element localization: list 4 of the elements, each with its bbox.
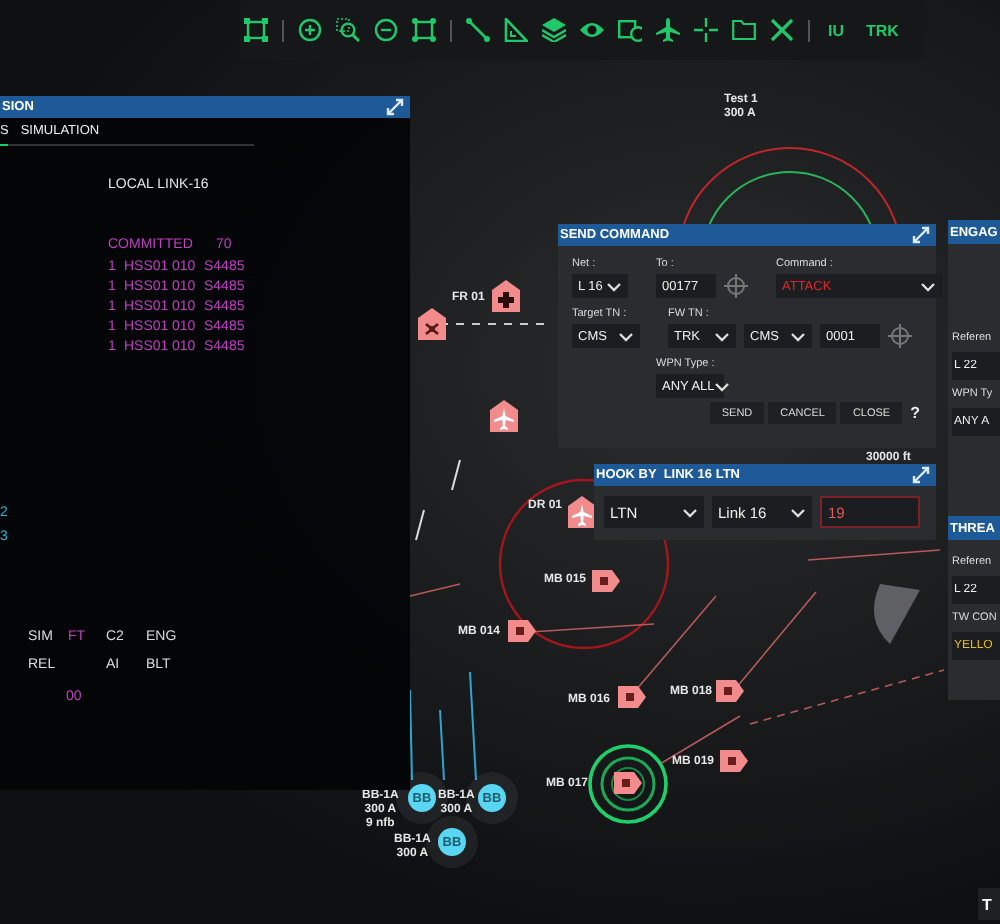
corner-tile: T: [978, 888, 1000, 920]
toolbar-button[interactable]: TRK: [862, 21, 903, 39]
toolbar-button[interactable]: IU: [824, 21, 848, 39]
help-button[interactable]: ?: [906, 404, 924, 422]
